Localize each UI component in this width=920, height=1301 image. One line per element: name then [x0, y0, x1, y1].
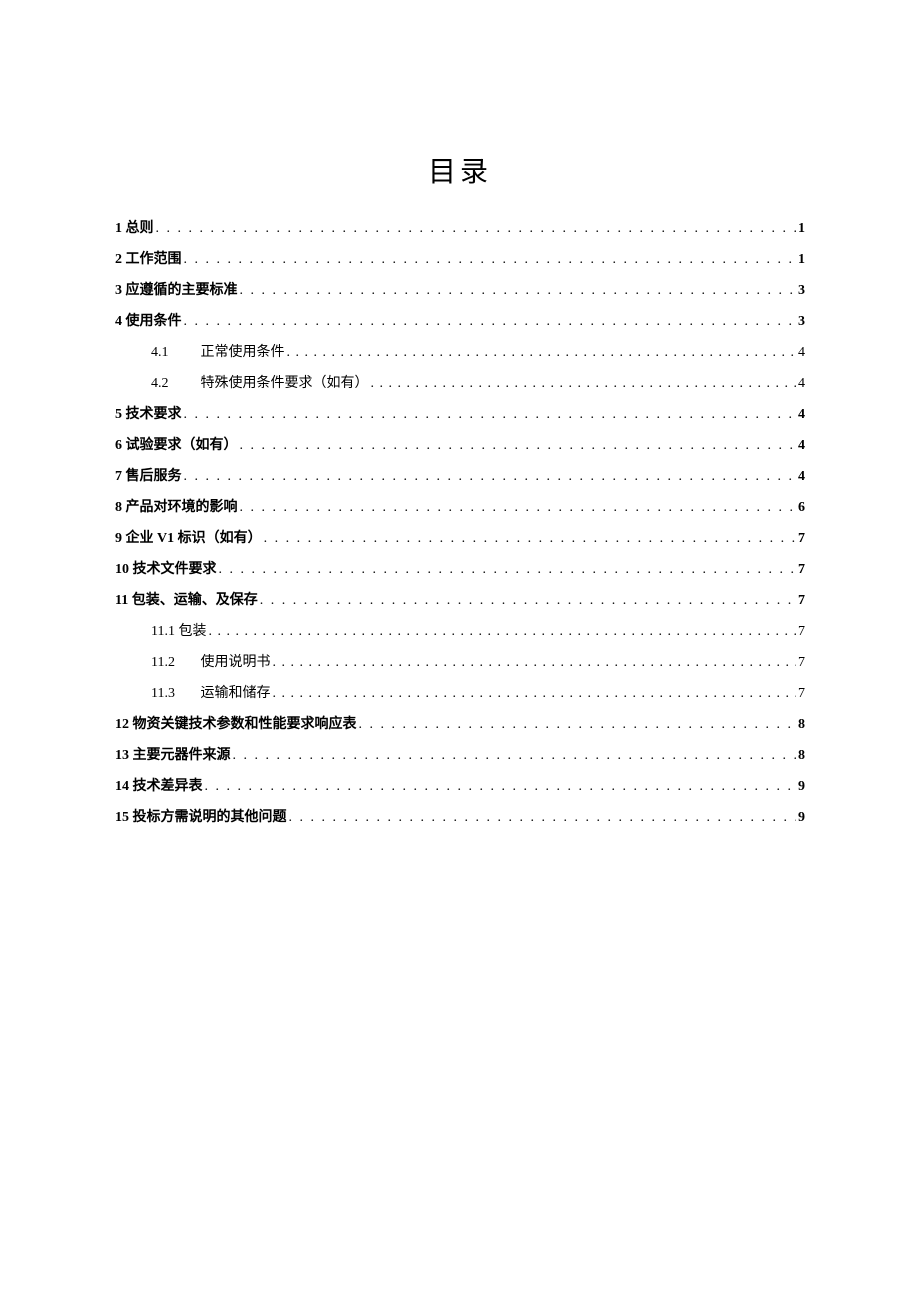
toc-entry: 9 企业 V1 标识（如有） 7 — [115, 532, 805, 546]
toc-entry-number: 11.2 — [151, 656, 197, 670]
toc-entry: 11.3 运输和储存 7 — [115, 687, 805, 701]
toc-entry: 1 总则 1 — [115, 222, 805, 236]
toc-entry: 11 包装、运输、及保存 7 — [115, 594, 805, 608]
toc-leader-dots — [271, 656, 797, 670]
toc-leader-dots — [287, 811, 797, 825]
toc-entry-label: 6 试验要求（如有） — [115, 439, 238, 453]
toc-entry-label: 12 物资关键技术参数和性能要求响应表 — [115, 718, 357, 732]
toc-entry-label: 2 工作范围 — [115, 253, 182, 267]
toc-leader-dots — [238, 501, 797, 515]
toc-entry: 14 技术差异表 9 — [115, 780, 805, 794]
toc-leader-dots — [231, 749, 797, 763]
toc-entry-label: 1 总则 — [115, 222, 154, 236]
toc-leader-dots — [217, 563, 797, 577]
toc-entry-page: 7 — [796, 656, 805, 670]
toc-entry-label: 7 售后服务 — [115, 470, 182, 484]
toc-entry: 13 主要元器件来源 8 — [115, 749, 805, 763]
toc-leader-dots — [285, 346, 797, 360]
toc-entry: 3 应遵循的主要标准 3 — [115, 284, 805, 298]
toc-entry-page: 4 — [796, 377, 805, 391]
toc-entry: 4.1 正常使用条件 4 — [115, 346, 805, 360]
toc-leader-dots — [369, 377, 797, 391]
toc-entry-page: 3 — [796, 284, 805, 298]
toc-entry-page: 9 — [796, 780, 805, 794]
toc-entry-page: 1 — [796, 253, 805, 267]
toc-leader-dots — [182, 470, 797, 484]
toc-leader-dots — [262, 532, 796, 546]
toc-entry-page: 8 — [796, 718, 805, 732]
toc-leader-dots — [154, 222, 797, 236]
toc-entry-page: 7 — [796, 687, 805, 701]
toc-entry-page: 4 — [796, 408, 805, 422]
toc-leader-dots — [206, 625, 796, 639]
table-of-contents: 1 总则 1 2 工作范围 1 3 应遵循的主要标准 3 4 使用条件 3 4.1 正常使用条件… — [115, 222, 805, 825]
toc-entry-page: 4 — [796, 470, 805, 484]
toc-entry-label: 13 主要元器件来源 — [115, 749, 231, 763]
toc-leader-dots — [203, 780, 797, 794]
toc-entry-label: 11.3 运输和储存 — [151, 687, 271, 701]
toc-entry-number: 4.2 — [151, 377, 197, 391]
toc-entry: 12 物资关键技术参数和性能要求响应表 8 — [115, 718, 805, 732]
toc-entry-label: 11 包装、运输、及保存 — [115, 594, 258, 608]
toc-entry-page: 7 — [796, 563, 805, 577]
toc-entry: 2 工作范围 1 — [115, 253, 805, 267]
toc-entry-label: 4.1 正常使用条件 — [151, 346, 285, 360]
toc-leader-dots — [271, 687, 797, 701]
toc-entry-label: 5 技术要求 — [115, 408, 182, 422]
toc-entry-label: 3 应遵循的主要标准 — [115, 284, 238, 298]
toc-entry: 15 投标方需说明的其他问题 9 — [115, 811, 805, 825]
toc-entry: 6 试验要求（如有） 4 — [115, 439, 805, 453]
toc-leader-dots — [182, 253, 797, 267]
toc-entry-label: 4.2 特殊使用条件要求（如有） — [151, 377, 369, 391]
toc-leader-dots — [238, 284, 797, 298]
toc-entry-label: 9 企业 V1 标识（如有） — [115, 532, 262, 546]
toc-entry-page: 3 — [796, 315, 805, 329]
toc-entry-page: 8 — [796, 749, 805, 763]
toc-leader-dots — [258, 594, 796, 608]
toc-leader-dots — [238, 439, 797, 453]
toc-entry: 4 使用条件 3 — [115, 315, 805, 329]
toc-entry: 10 技术文件要求 7 — [115, 563, 805, 577]
toc-entry-label: 11.1 包装 — [151, 625, 206, 639]
toc-entry-label: 8 产品对环境的影响 — [115, 501, 238, 515]
toc-entry: 11.2 使用说明书 7 — [115, 656, 805, 670]
toc-entry-page: 1 — [796, 222, 805, 236]
toc-entry-label: 14 技术差异表 — [115, 780, 203, 794]
toc-entry: 5 技术要求 4 — [115, 408, 805, 422]
toc-entry-page: 4 — [796, 346, 805, 360]
toc-entry: 8 产品对环境的影响 6 — [115, 501, 805, 515]
toc-entry-page: 4 — [796, 439, 805, 453]
toc-entry-page: 9 — [796, 811, 805, 825]
toc-leader-dots — [357, 718, 797, 732]
toc-entry-label: 4 使用条件 — [115, 315, 182, 329]
toc-leader-dots — [182, 408, 797, 422]
toc-title: 目录 — [115, 150, 805, 190]
toc-entry: 7 售后服务 4 — [115, 470, 805, 484]
toc-entry-number: 4.1 — [151, 346, 197, 360]
toc-entry: 4.2 特殊使用条件要求（如有） 4 — [115, 377, 805, 391]
toc-entry-label: 15 投标方需说明的其他问题 — [115, 811, 287, 825]
toc-leader-dots — [182, 315, 797, 329]
toc-entry-page: 6 — [796, 501, 805, 515]
toc-entry-page: 7 — [796, 532, 805, 546]
toc-entry-label: 11.2 使用说明书 — [151, 656, 271, 670]
toc-entry-page: 7 — [796, 594, 805, 608]
toc-entry: 11.1 包装 7 — [115, 625, 805, 639]
toc-entry-number: 11.3 — [151, 687, 197, 701]
toc-entry-page: 7 — [796, 625, 805, 639]
toc-entry-label: 10 技术文件要求 — [115, 563, 217, 577]
